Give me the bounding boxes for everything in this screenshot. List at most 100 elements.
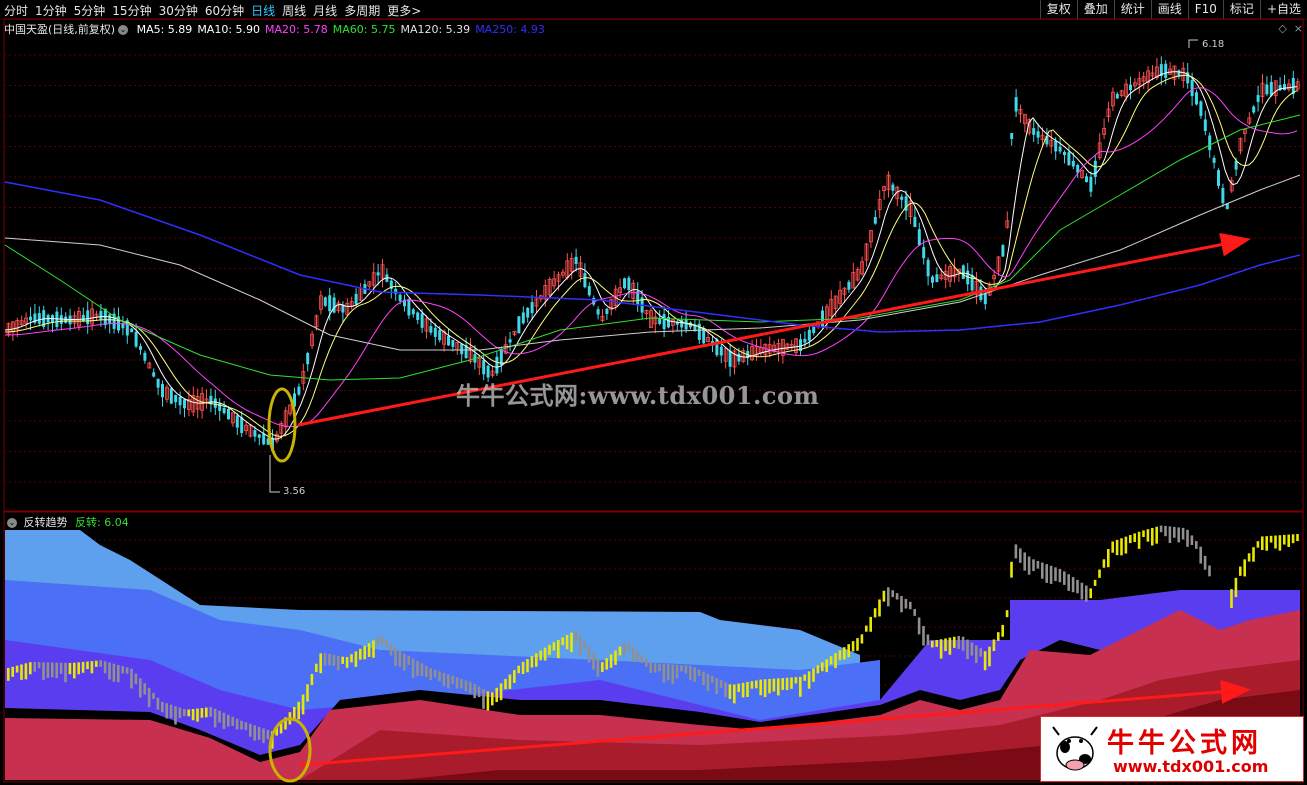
indicator-bar-up (838, 650, 842, 661)
candle-body-down (152, 372, 156, 377)
indicator-bar-down (398, 650, 402, 667)
indicator-bar-up (1107, 549, 1110, 568)
indicator-bar-down (1067, 574, 1070, 591)
indicator-bar-up (1001, 624, 1004, 637)
indicator-bar-up (1137, 531, 1141, 549)
candle-body-down (460, 343, 464, 355)
indicator-bar-down (719, 680, 723, 688)
candle-body-down (222, 407, 226, 414)
indicator-bar-down (134, 673, 138, 685)
indicator-bar-down (376, 637, 380, 646)
indicator-bar-down (1076, 579, 1079, 594)
indicator-bar-down (42, 662, 45, 680)
candle-body-down (438, 330, 442, 341)
candle-body-down (961, 265, 965, 279)
indicator-bar-down (904, 598, 908, 609)
indicator-bar-up (821, 662, 824, 672)
indicator-bar-up (530, 656, 534, 668)
indicator-bar-down (460, 678, 463, 689)
candle-body-down (913, 216, 917, 227)
indicator-bar-down (328, 653, 331, 666)
indicator-bar-up (187, 709, 190, 717)
indicator-bar-up (73, 662, 76, 679)
indicator-bar-down (117, 664, 120, 683)
indicator-bar-up (1283, 534, 1286, 545)
indicator-bar-down (222, 712, 226, 729)
indicator-name[interactable]: 反转趋势 (24, 516, 68, 529)
candle-body-down (574, 256, 578, 264)
candle-body-down (376, 272, 380, 276)
indicator-bar-up (517, 665, 520, 674)
candle-body-down (627, 277, 631, 290)
indicator-bar-up (1155, 526, 1158, 544)
indicator-bar-down (262, 728, 265, 744)
indicator-legend: ⌄ 反转趋势 反转: 6.04 (4, 514, 129, 530)
candle-body-down (1071, 161, 1075, 167)
indicator-bar-up (196, 708, 199, 722)
indicator-bar-down (249, 723, 252, 737)
candle-body-down (447, 335, 450, 346)
candle-body-down (306, 353, 310, 365)
indicator-bar-up (548, 644, 551, 655)
candle-body-down (530, 302, 534, 314)
indicator-bar-down (420, 663, 424, 676)
indicator-bar-down (979, 648, 982, 657)
candle-body-down (847, 281, 851, 290)
indicator-bar-up (733, 684, 736, 704)
indicator-bar-down (680, 665, 683, 672)
indicator-bar-down (218, 710, 221, 723)
indicator-bar-down (407, 656, 410, 665)
indicator-bar-up (768, 678, 771, 694)
candle-body-down (821, 310, 824, 327)
chevron-down-icon[interactable]: ⌄ (7, 518, 17, 528)
indicator-bar-down (623, 642, 626, 657)
indicator-bar-down (697, 669, 701, 677)
candle-body-down (1036, 131, 1040, 138)
indicator-bar-up (77, 662, 80, 675)
indicator-bar-up (1115, 539, 1119, 556)
indicator-value: 反转: 6.04 (75, 516, 129, 529)
indicator-bar-down (416, 660, 419, 676)
indicator-bar-down (130, 668, 133, 689)
indicator-bar-down (469, 681, 472, 694)
candle-body-down (1129, 84, 1132, 91)
candle-body-down (922, 247, 926, 259)
candle-body-down (134, 331, 138, 347)
high-marker (1188, 39, 1198, 48)
indicator-bar-down (957, 635, 960, 649)
indicator-bar-down (1019, 548, 1022, 563)
indicator-bar-up (759, 679, 762, 696)
indicator-bar-up (741, 682, 745, 698)
indicator-bar-up (1129, 535, 1132, 544)
indicator-bar-down (1023, 552, 1026, 571)
indicator-bar-down (1049, 565, 1053, 584)
candle-body-down (99, 310, 103, 320)
indicator-bar-down (244, 722, 248, 730)
indicator-bar-down (592, 652, 595, 670)
indicator-bar-up (1247, 553, 1251, 562)
candle-body-down (1058, 146, 1062, 152)
indicator-bar-up (315, 663, 318, 672)
candle-body-down (108, 314, 112, 324)
indicator-bar-down (152, 692, 155, 699)
indicator-bar-down (1199, 546, 1202, 564)
indicator-bar-up (7, 667, 10, 681)
indicator-bar-down (1186, 529, 1189, 547)
indicator-bar-down (1032, 559, 1035, 572)
indicator-bar-down (99, 660, 102, 667)
candle-body-down (451, 339, 455, 347)
indicator-bar-down (231, 716, 234, 726)
indicator-bar-up (29, 662, 32, 675)
indicator-bar-up (565, 635, 569, 650)
candle-body-down (1199, 101, 1203, 116)
candle-body-down (323, 297, 327, 306)
indicator-bar-up (81, 661, 85, 673)
indicator-bar-down (464, 680, 468, 692)
indicator-bar-down (1159, 525, 1163, 533)
ma250-line (4, 181, 1301, 333)
candle-body-down (416, 312, 420, 320)
indicator-bar-up (847, 644, 850, 658)
indicator-bar-down (631, 646, 635, 663)
indicator-bar-down (112, 663, 116, 682)
indicator-bar-down (332, 654, 336, 666)
